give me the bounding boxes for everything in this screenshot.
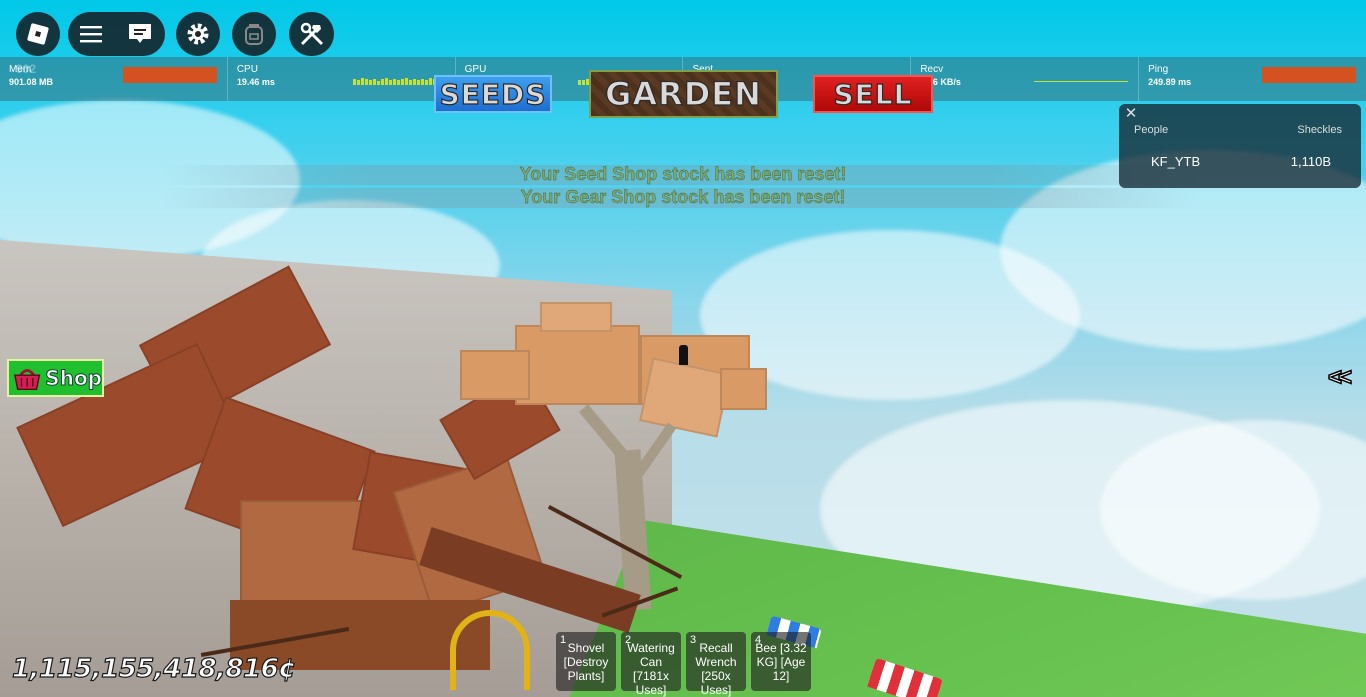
roblox-logo-icon bbox=[27, 23, 49, 45]
hotbar-slot-1[interactable]: 1 Shovel [Destroy Plants] bbox=[556, 632, 616, 691]
stat-bar bbox=[1261, 67, 1356, 83]
canopy-block bbox=[540, 302, 612, 332]
stat-value: 6.46 KB/s bbox=[920, 77, 961, 87]
stat-mem: Mem 901.08 MB 902 bbox=[0, 57, 228, 101]
close-icon[interactable]: ✕ bbox=[1124, 106, 1138, 121]
slot-item-name: Bee [3.32 KG] [Age 12] bbox=[755, 641, 807, 683]
slot-item-name: Shovel [Destroy Plants] bbox=[563, 641, 609, 683]
shop-label: Shop bbox=[45, 366, 103, 391]
gear-icon bbox=[187, 23, 209, 45]
roblox-menu-button[interactable] bbox=[16, 12, 60, 56]
canopy-block bbox=[720, 368, 767, 410]
garden-button[interactable]: GARDEN bbox=[589, 70, 778, 118]
hammer-wrench-icon bbox=[300, 22, 323, 46]
leaderboard-header-people: People bbox=[1134, 124, 1169, 136]
player-name: KF_YTB bbox=[1151, 154, 1201, 169]
tools-button[interactable] bbox=[289, 12, 334, 56]
backpack-button[interactable] bbox=[232, 12, 276, 56]
canopy-block bbox=[515, 325, 640, 405]
sell-button[interactable]: SELL bbox=[813, 75, 933, 113]
stat-label: Recv bbox=[920, 64, 944, 75]
stat-recv: Recv 6.46 KB/s bbox=[911, 57, 1140, 101]
collapse-arrow-button[interactable]: << bbox=[1327, 363, 1353, 392]
chat-icon[interactable] bbox=[127, 22, 153, 46]
basket-icon bbox=[14, 369, 41, 391]
notification-message: Your Gear Shop stock has been reset! bbox=[520, 187, 846, 207]
stat-ping: Ping 249.89 ms bbox=[1139, 57, 1366, 101]
leaderboard-header-sheckles: Sheckles bbox=[1297, 124, 1342, 136]
hamburger-menu-icon[interactable] bbox=[80, 25, 103, 43]
seeds-button[interactable]: SEEDS bbox=[434, 75, 552, 113]
shop-button[interactable]: Shop bbox=[7, 359, 104, 397]
hotbar-slot-2[interactable]: 2 Watering Can [7181x Uses] bbox=[621, 632, 681, 697]
stat-cpu: CPU 19.46 ms bbox=[228, 57, 456, 101]
hotbar-slot-4[interactable]: 4 Bee [3.32 KG] [Age 12] bbox=[751, 632, 811, 691]
money-counter: 1,115,155,418,816¢ bbox=[11, 653, 296, 684]
leaderboard-panel: ✕ People Sheckles KF_YTB 1,110B bbox=[1119, 104, 1361, 188]
slot-item-name: Recall Wrench [250x Uses] bbox=[695, 641, 737, 697]
flower-arch bbox=[450, 610, 530, 690]
hotbar-slot-3[interactable]: 3 Recall Wrench [250x Uses] bbox=[686, 632, 746, 697]
settings-button[interactable] bbox=[176, 12, 220, 56]
stat-graph bbox=[352, 71, 445, 85]
stat-ghost-text: 902 bbox=[16, 62, 37, 76]
backpack-icon bbox=[245, 24, 263, 45]
canopy-block bbox=[460, 350, 530, 400]
player-sheckles: 1,110B bbox=[1290, 154, 1331, 169]
menu-chat-group bbox=[68, 12, 165, 56]
stat-graph-line bbox=[1034, 81, 1129, 82]
stat-bar bbox=[122, 67, 217, 83]
player-avatar[interactable] bbox=[679, 345, 688, 365]
slot-item-name: Watering Can [7181x Uses] bbox=[627, 641, 675, 697]
